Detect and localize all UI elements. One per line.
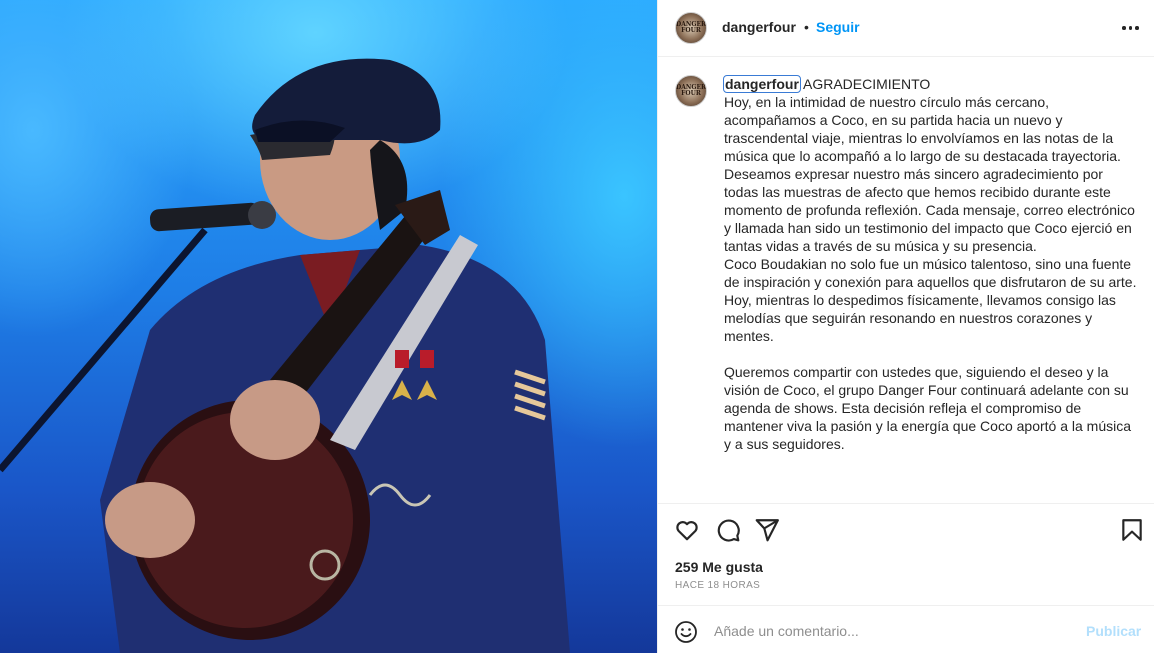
singer-illustration xyxy=(0,58,570,653)
post-header: DANGER FOUR dangerfour • Seguir xyxy=(658,0,1154,57)
avatar-logo-text: DANGER FOUR xyxy=(676,84,707,97)
post-timestamp[interactable]: HACE 18 HORAS xyxy=(675,580,760,591)
send-icon[interactable] xyxy=(754,517,780,543)
caption-body: Hoy, en la intimidad de nuestro círculo … xyxy=(724,94,1137,452)
more-icon[interactable] xyxy=(1120,17,1140,37)
caption-author-username[interactable]: dangerfour xyxy=(723,75,801,93)
heart-icon[interactable] xyxy=(674,517,700,543)
action-bar xyxy=(658,505,1154,555)
post-side-panel: DANGER FOUR dangerfour • Seguir DANGER F… xyxy=(657,0,1154,653)
caption-section: DANGER FOUR dangerfour AGRADECIMIENTO Ho… xyxy=(658,58,1154,504)
add-comment-bar: Publicar xyxy=(658,605,1154,653)
bookmark-icon[interactable] xyxy=(1119,517,1145,543)
follow-button[interactable]: Seguir xyxy=(816,19,860,35)
avatar-logo-text: DANGER FOUR xyxy=(676,21,707,34)
likes-count[interactable]: 259 Me gusta xyxy=(675,559,763,575)
emoji-icon[interactable] xyxy=(674,620,698,644)
author-username[interactable]: dangerfour xyxy=(722,19,796,35)
post-photo[interactable] xyxy=(0,0,657,653)
post-caption: dangerfour AGRADECIMIENTO Hoy, en la int… xyxy=(723,75,1140,453)
publish-button[interactable]: Publicar xyxy=(1086,623,1141,639)
comment-input[interactable] xyxy=(714,618,1074,644)
caption-author-avatar[interactable]: DANGER FOUR xyxy=(675,75,707,107)
author-avatar[interactable]: DANGER FOUR xyxy=(675,12,707,44)
caption-title: AGRADECIMIENTO xyxy=(799,76,931,92)
comment-icon[interactable] xyxy=(715,517,741,543)
separator-dot: • xyxy=(804,19,809,35)
